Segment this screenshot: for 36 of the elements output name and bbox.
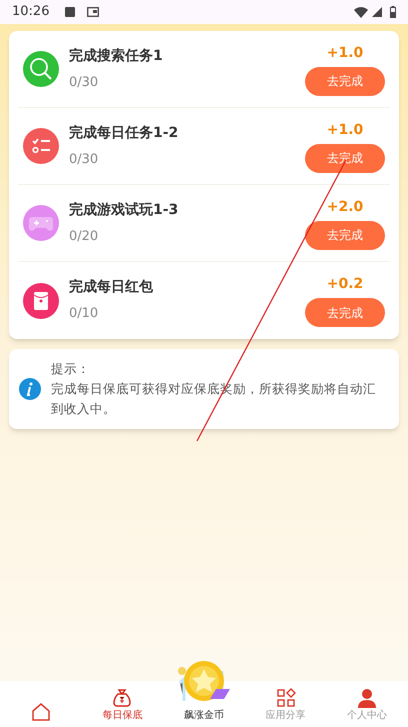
envelope-icon <box>23 282 59 318</box>
gamepad-icon <box>23 205 59 241</box>
reward-amount: +1.0 <box>326 44 364 62</box>
task-title: 完成游戏试玩1-3 <box>69 200 180 220</box>
reward-amount: +0.2 <box>326 275 364 294</box>
battery-icon <box>390 6 396 18</box>
checklist-icon <box>23 128 59 164</box>
complete-button[interactable]: 去完成 <box>305 66 385 96</box>
task-title: 完成搜索任务1 <box>69 46 164 66</box>
reward-amount: +1.0 <box>326 120 364 140</box>
nav-tab[interactable]: 每日保底 <box>82 687 164 723</box>
person-icon <box>356 687 378 709</box>
picture-in-picture-icon <box>87 7 100 17</box>
nav-label: 每日保底 <box>102 709 142 723</box>
task-title: 完成每日红包 <box>69 278 154 298</box>
nav-tab[interactable]: 个人中心 <box>326 687 408 723</box>
complete-button[interactable]: 去完成 <box>305 298 385 327</box>
task-title: 完成每日任务1-2 <box>69 124 180 143</box>
signal-icon <box>372 7 382 17</box>
reward-amount: +2.0 <box>326 198 364 216</box>
complete-button[interactable]: 去完成 <box>305 144 385 172</box>
nav-tab[interactable]: 应用分享 <box>244 687 326 723</box>
nav-label: 应用分享 <box>266 709 306 723</box>
info-icon <box>19 378 41 400</box>
money-bag-icon <box>111 687 134 709</box>
home-icon <box>30 701 52 723</box>
tip-title: 提示： <box>51 360 91 378</box>
magnifier-icon <box>23 51 59 87</box>
apps-icon <box>274 687 297 709</box>
wifi-icon <box>354 6 368 18</box>
complete-button[interactable]: 去完成 <box>305 220 385 250</box>
nav-label: 个人中心 <box>347 709 388 723</box>
nav-label: 飙涨金币 <box>184 709 224 723</box>
status-time: 10:26 <box>12 3 50 22</box>
nav-tab[interactable]: 飙涨金币 <box>163 709 245 723</box>
notification-icon <box>65 7 76 17</box>
